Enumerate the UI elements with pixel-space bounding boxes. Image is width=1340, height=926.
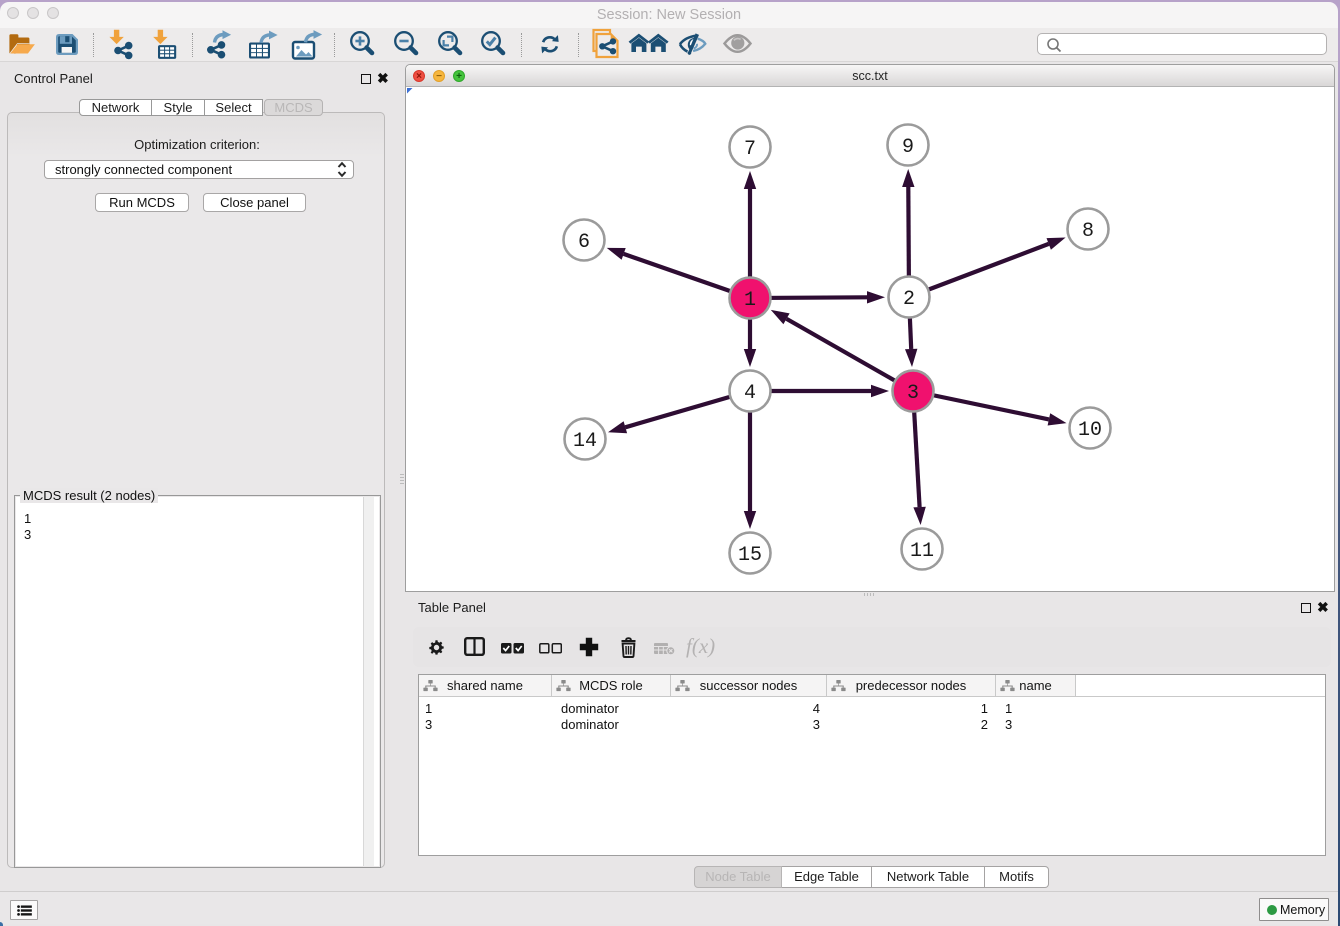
svg-text:7: 7: [744, 138, 756, 161]
svg-text:14: 14: [573, 430, 597, 453]
svg-text:2: 2: [903, 288, 915, 311]
svg-text:1: 1: [744, 289, 756, 312]
svg-text:9: 9: [902, 136, 914, 159]
svg-text:8: 8: [1082, 220, 1094, 243]
svg-text:6: 6: [578, 231, 590, 254]
svg-text:3: 3: [907, 382, 919, 405]
svg-text:11: 11: [910, 540, 934, 563]
svg-text:15: 15: [738, 544, 762, 567]
svg-text:4: 4: [744, 382, 756, 405]
svg-text:10: 10: [1078, 419, 1102, 442]
